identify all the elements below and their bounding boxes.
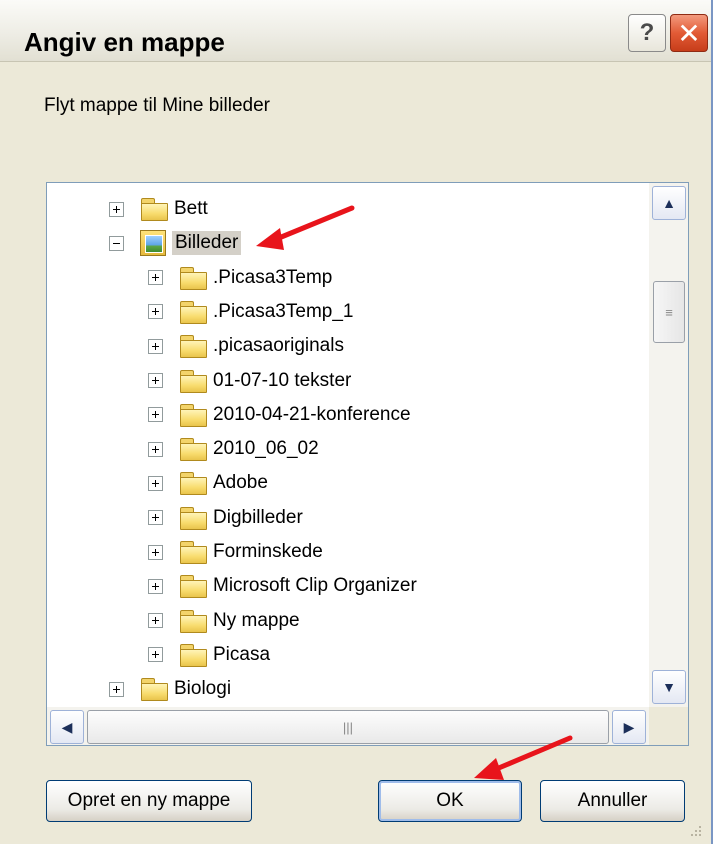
tree-item-label: 2010-04-21-konference [213,403,411,425]
folder-tree-view[interactable]: Bett Billeder .Picasa3Temp .Picasa3Temp_1 .p… [46,182,689,746]
tree-item-label: .picasaoriginals [213,335,344,357]
folder-icon [179,506,207,530]
expand-plus-icon[interactable] [148,407,163,423]
scrollbar-corner [649,707,688,745]
tree-item[interactable]: Picasa [148,638,270,672]
tree-item[interactable]: Microsoft Clip Organizer [148,569,417,603]
expand-plus-icon[interactable] [148,578,163,594]
folder-icon [179,266,207,290]
expand-plus-icon[interactable] [148,270,163,286]
expand-plus-icon[interactable] [109,201,124,217]
pictures-folder-icon [140,230,166,257]
tree-item[interactable]: .picasaoriginals [148,329,344,363]
tree-item[interactable]: Bett [109,192,208,226]
folder-icon [179,643,207,667]
tree-item-label: .Picasa3Temp_1 [213,300,354,322]
horizontal-scroll-thumb[interactable]: ||| [87,710,609,744]
tree-item-label: Adobe [213,472,268,494]
tree-item[interactable]: Ny mappe [148,604,300,638]
folder-dialog: Angiv en mappe ? ✕ Flyt mappe til Mine b… [0,0,713,844]
scroll-up-button[interactable]: ▲ [652,186,686,220]
expand-plus-icon[interactable] [148,475,163,491]
expand-plus-icon[interactable] [148,338,163,354]
folder-icon [179,403,207,427]
tree-item[interactable]: 01-07-10 tekster [148,364,351,398]
expand-plus-icon[interactable] [148,304,163,320]
tree-item-label: Forminskede [213,541,323,562]
expand-plus-icon[interactable] [148,373,163,388]
tree-item-label: .Picasa3Temp [213,266,333,288]
tree-item[interactable]: 2010-04-21-konference [148,398,411,432]
scroll-left-button[interactable]: ◀ [50,710,84,744]
dialog-title: Angiv en mappe [24,27,225,57]
expand-plus-icon[interactable] [109,681,124,697]
expand-plus-icon[interactable] [148,613,163,629]
tree-item[interactable]: 2010_06_02 [148,432,319,466]
ok-button[interactable]: OK [378,780,522,822]
expand-plus-icon[interactable] [148,510,163,526]
folder-tree: Bett Billeder .Picasa3Temp .Picasa3Temp_1 .p… [47,183,649,707]
folder-icon [179,472,207,496]
tree-item-label: Biologi [174,678,232,700]
expand-plus-icon[interactable] [148,544,163,560]
tree-item[interactable]: Digbilleder [148,501,303,535]
folder-icon [179,438,207,462]
help-button[interactable]: ? [628,14,666,52]
title-bar[interactable]: Angiv en mappe ? ✕ [0,0,711,62]
instruction-text: Flyt mappe til Mine billeder [44,95,270,116]
tree-item-label: Microsoft Clip Organizer [213,575,417,597]
folder-icon [179,369,207,393]
expand-plus-icon[interactable] [148,441,163,457]
folder-icon [179,541,207,564]
folder-icon [179,300,207,324]
folder-icon [140,198,168,221]
tree-item[interactable]: .Picasa3Temp_1 [148,295,353,329]
tree-item[interactable]: Billeder [109,226,242,260]
tree-item[interactable]: Adobe [148,466,268,500]
tree-item-label: Digbilleder [213,506,303,528]
tree-item-label: Billeder [172,231,242,256]
scroll-down-button[interactable]: ▼ [652,670,686,704]
vertical-scroll-thumb[interactable]: ≡ [653,281,685,343]
expand-plus-icon[interactable] [148,647,163,663]
tree-item[interactable]: Biologi [109,672,231,706]
close-button[interactable]: ✕ [670,14,708,52]
tree-item-label: Bett [174,198,208,219]
folder-icon [179,609,207,633]
tree-item[interactable]: .Picasa3Temp [148,261,332,295]
folder-icon [140,678,168,702]
folder-icon [179,575,207,599]
cancel-button[interactable]: Annuller [540,780,685,822]
horizontal-scrollbar[interactable]: ◀ ||| ▶ [47,707,649,745]
tree-item-label: Picasa [213,643,271,665]
tree-item-label: 01-07-10 tekster [213,369,352,391]
tree-item-label: Ny mappe [213,609,300,631]
tree-item-label: 2010_06_02 [213,438,319,460]
folder-icon [179,335,207,359]
vertical-scrollbar[interactable]: ▲ ≡ ▼ [649,183,688,707]
resize-grip-icon[interactable] [689,824,703,838]
scroll-right-button[interactable]: ▶ [612,710,646,744]
new-folder-button[interactable]: Opret en ny mappe [46,780,252,822]
tree-item[interactable]: Forminskede [148,535,323,569]
collapse-minus-icon[interactable] [109,235,124,251]
